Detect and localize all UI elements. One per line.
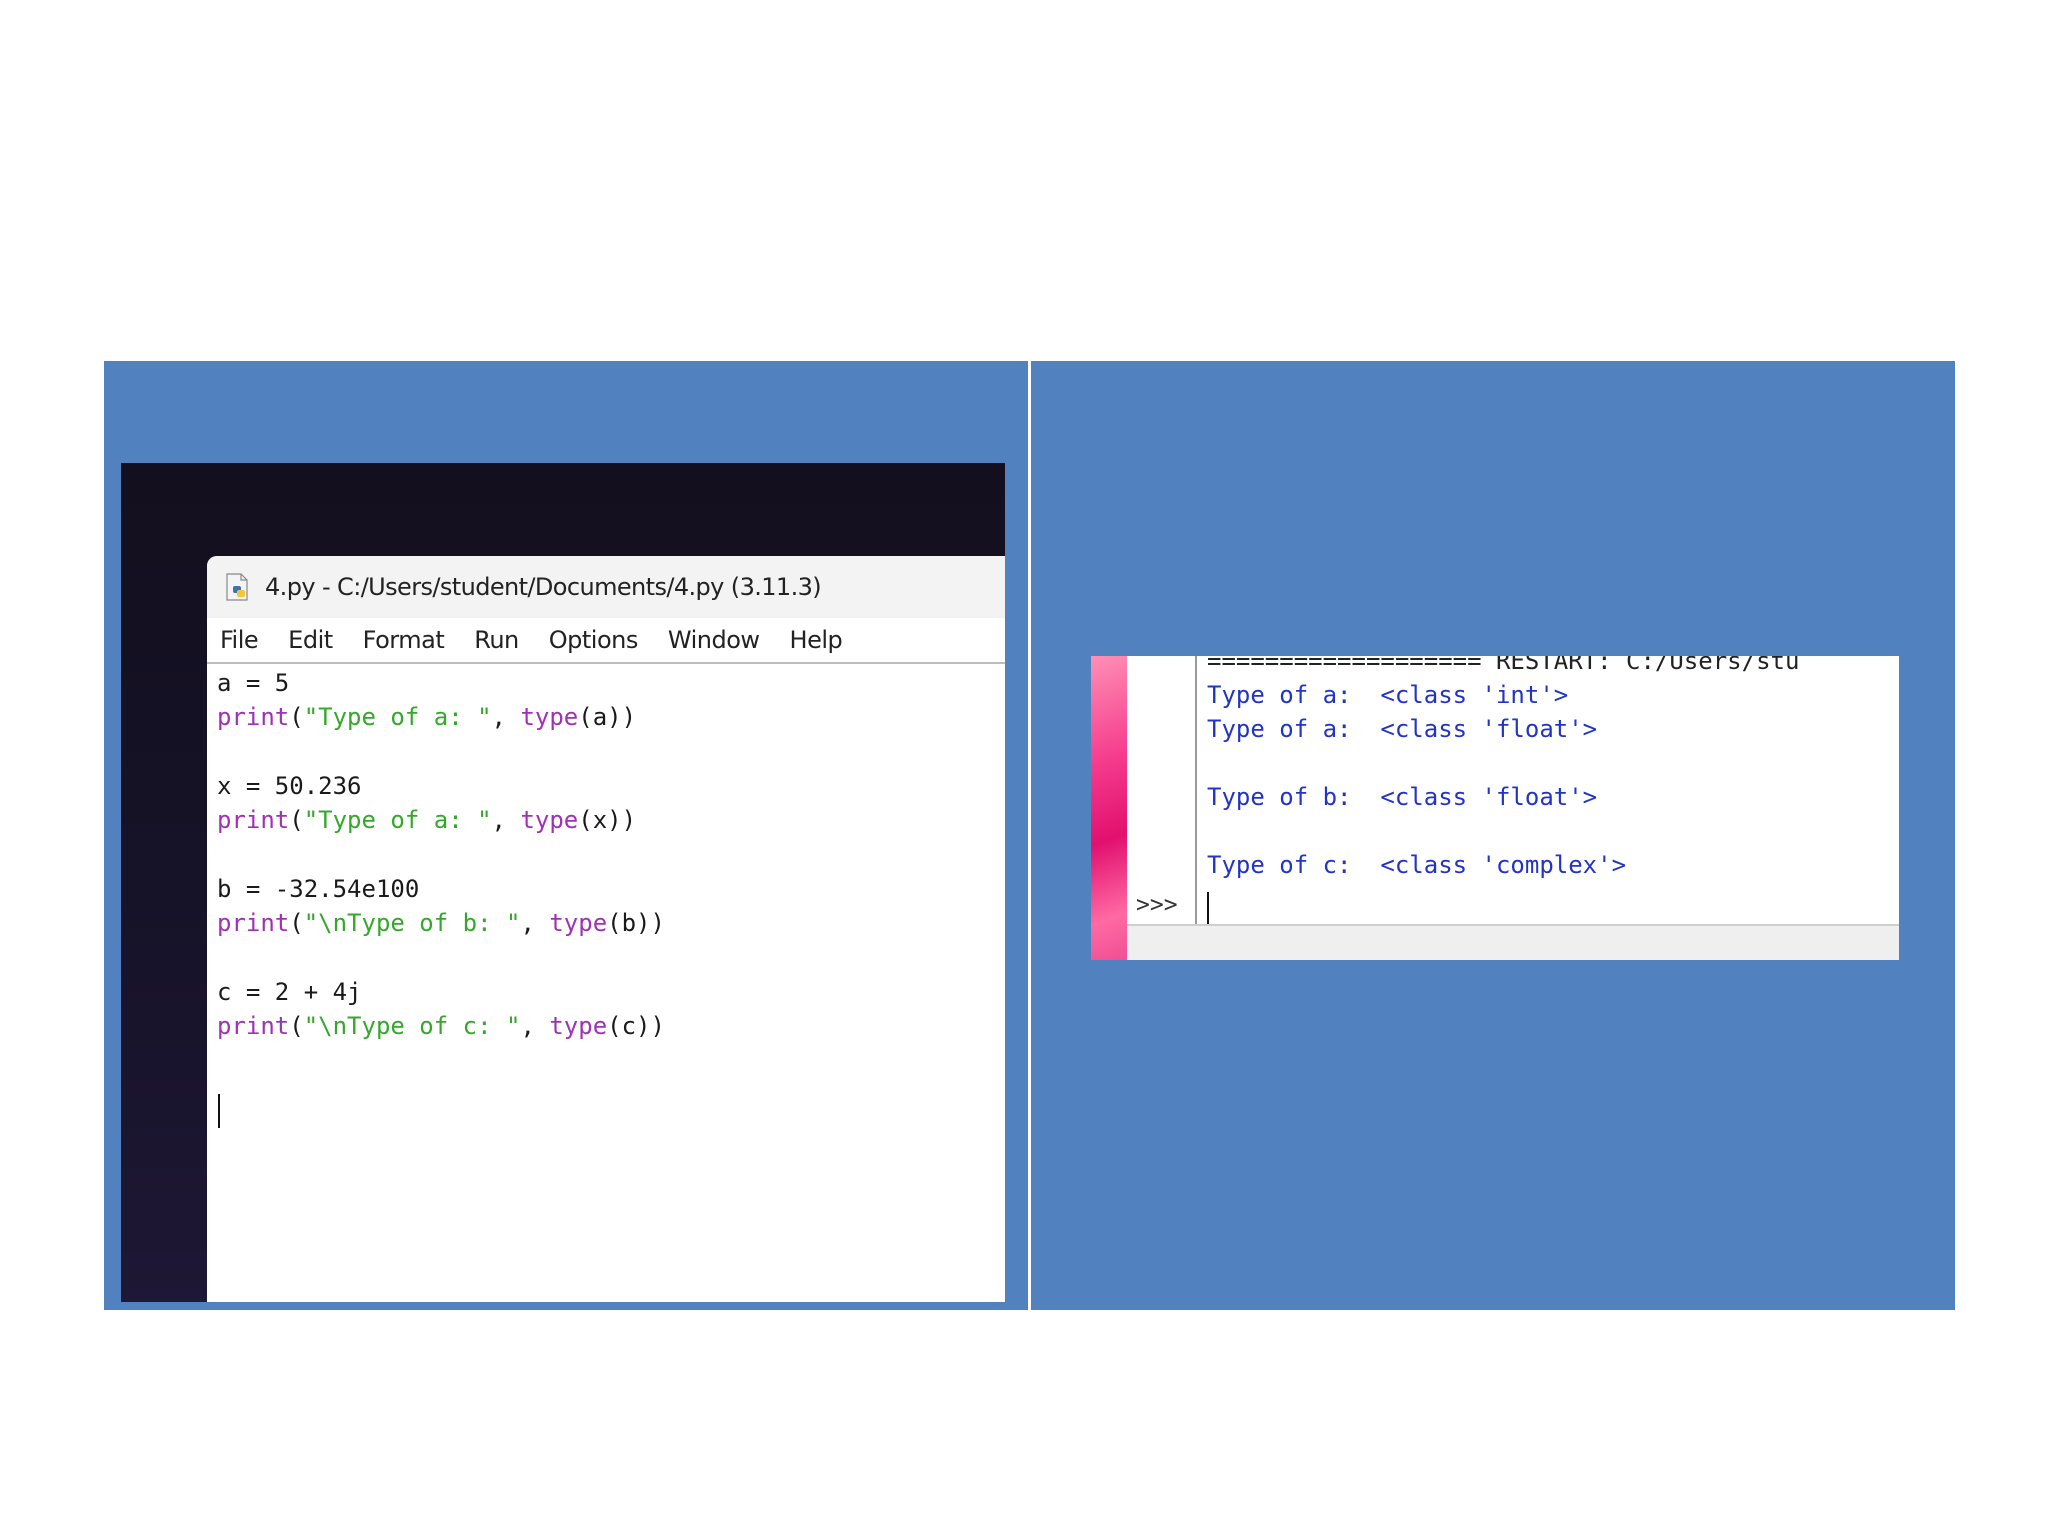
output-line: Type of a: <class 'int'> xyxy=(1207,681,1569,709)
menu-format[interactable]: Format xyxy=(363,626,445,654)
code-line: a = 5 xyxy=(217,669,290,697)
restart-line: =================== RESTART: C:/Users/st… xyxy=(1207,656,1800,675)
idle-editor-window: 4.py - C:/Users/student/Documents/4.py (… xyxy=(207,556,1005,1302)
code-line: c = 2 + 4j xyxy=(217,977,362,1006)
shell-cursor[interactable] xyxy=(1207,892,1209,924)
menu-bar: File Edit Format Run Options Window Help xyxy=(207,618,1005,664)
code-line: print("Type of a: ", type(x)) xyxy=(217,806,637,835)
shell-output: =================== RESTART: C:/Users/st… xyxy=(1207,656,1799,882)
desktop-wallpaper-strip xyxy=(1091,656,1127,960)
output-line: Type of a: <class 'float'> xyxy=(1207,715,1598,743)
output-line: Type of c: <class 'complex'> xyxy=(1207,851,1627,879)
menu-file[interactable]: File xyxy=(220,626,259,654)
output-line-blank xyxy=(1207,814,1799,848)
code-line: print("Type of a: ", type(a)) xyxy=(217,703,637,732)
window-title: 4.py - C:/Users/student/Documents/4.py (… xyxy=(265,573,822,601)
code-line: x = 50.236 xyxy=(217,771,362,800)
shell-prompt: >>> xyxy=(1136,892,1178,918)
output-line: Type of b: <class 'float'> xyxy=(1207,783,1598,811)
menu-options[interactable]: Options xyxy=(549,626,639,654)
editor-screenshot: 4.py - C:/Users/student/Documents/4.py (… xyxy=(121,463,1005,1302)
editor-titlebar: 4.py - C:/Users/student/Documents/4.py (… xyxy=(207,556,1005,618)
shell-prompt-gutter xyxy=(1127,656,1195,924)
menu-window[interactable]: Window xyxy=(668,626,760,654)
python-file-icon xyxy=(226,573,248,601)
text-cursor xyxy=(218,1094,220,1128)
menu-help[interactable]: Help xyxy=(790,626,843,654)
shell-status-bar xyxy=(1127,924,1899,960)
code-line: print("\nType of b: ", type(b)) xyxy=(217,909,665,938)
code-line: b = -32.54e100 xyxy=(217,874,420,903)
code-line: print("\nType of c: ", type(c)) xyxy=(217,1011,665,1040)
right-slide-panel: =================== RESTART: C:/Users/st… xyxy=(1031,361,1955,1310)
gutter-divider xyxy=(1195,656,1197,924)
output-line-blank xyxy=(1207,746,1799,780)
menu-edit[interactable]: Edit xyxy=(288,626,333,654)
menu-run[interactable]: Run xyxy=(474,626,519,654)
left-slide-panel: 4.py - C:/Users/student/Documents/4.py (… xyxy=(104,361,1028,1310)
shell-screenshot: =================== RESTART: C:/Users/st… xyxy=(1091,656,1899,960)
code-editor-area[interactable]: a = 5 print("Type of a: ", type(a)) x = … xyxy=(207,664,1005,1128)
